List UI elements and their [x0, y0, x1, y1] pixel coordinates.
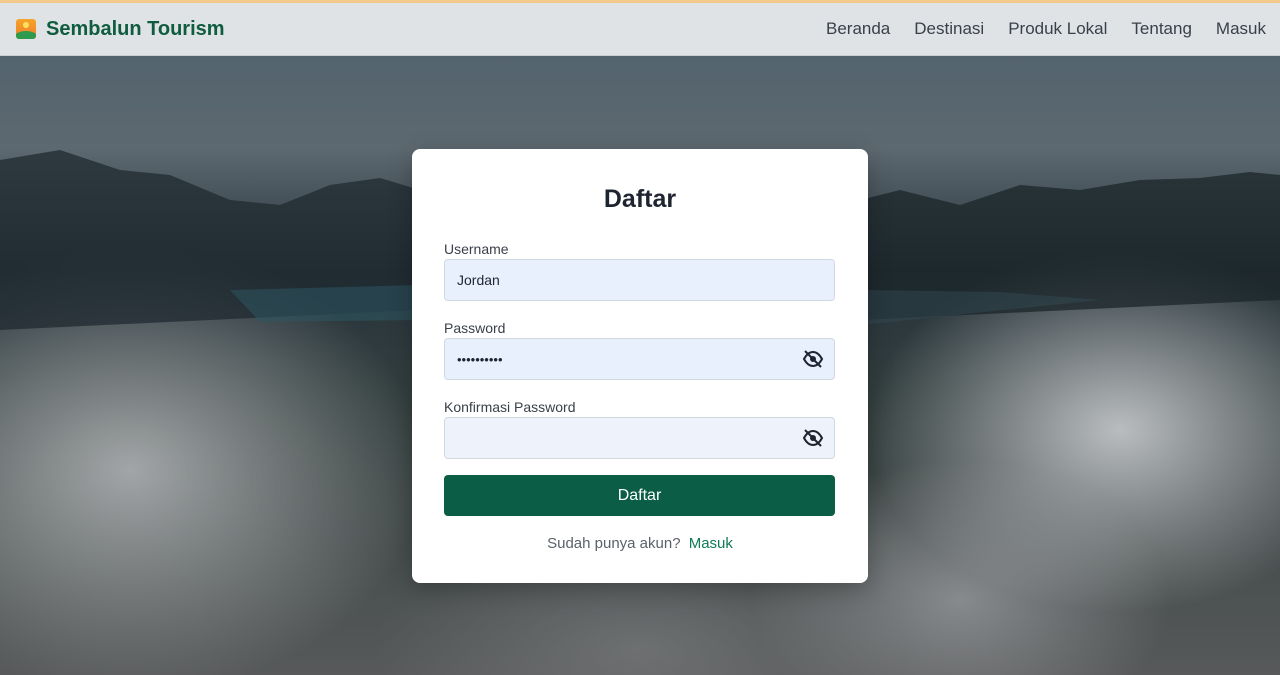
submit-button[interactable]: Daftar: [444, 475, 835, 516]
login-prompt: Sudah punya akun? Masuk: [444, 535, 836, 552]
login-link[interactable]: Masuk: [689, 535, 733, 552]
eye-slash-icon[interactable]: [802, 349, 824, 369]
nav-item-destinasi[interactable]: Destinasi: [914, 19, 984, 39]
form-title: Daftar: [603, 185, 677, 213]
password-field-wrapper: [444, 338, 835, 380]
confirm-password-input[interactable]: [445, 418, 785, 458]
username-input[interactable]: [445, 260, 785, 300]
main-nav: Beranda Destinasi Produk Lokal Tentang M…: [826, 19, 1266, 39]
brand[interactable]: Sembalun Tourism: [16, 18, 225, 41]
login-prompt-text: Sudah punya akun?: [547, 535, 681, 552]
password-input[interactable]: [445, 339, 785, 379]
register-card: Daftar Username Password Konfirmasi Pass…: [412, 149, 868, 583]
confirm-password-label: Konfirmasi Password: [444, 399, 576, 415]
eye-slash-icon[interactable]: [802, 428, 824, 448]
nav-item-produk-lokal[interactable]: Produk Lokal: [1008, 19, 1107, 39]
nav-item-masuk[interactable]: Masuk: [1216, 19, 1266, 39]
navbar: Sembalun Tourism Beranda Destinasi Produ…: [0, 3, 1280, 56]
username-label: Username: [444, 241, 509, 257]
mountain-sunset-icon: [16, 19, 36, 39]
confirm-password-field-wrapper: [444, 417, 835, 459]
nav-item-beranda[interactable]: Beranda: [826, 19, 890, 39]
brand-name: Sembalun Tourism: [46, 17, 225, 40]
nav-item-tentang[interactable]: Tentang: [1131, 19, 1192, 39]
username-field-wrapper: [444, 259, 835, 301]
password-label: Password: [444, 320, 506, 336]
